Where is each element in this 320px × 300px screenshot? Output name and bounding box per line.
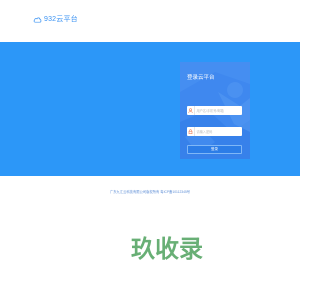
login-title: 登录云平台: [187, 75, 215, 81]
login-panel: 登录云平台 登录: [180, 62, 250, 159]
password-field: [187, 127, 242, 136]
footer-copyright: 广东九江云科技有限公司版权所有 粤ICP备10112345号: [109, 190, 191, 194]
user-icon: [187, 106, 195, 115]
watermark-logo: 玖收录: [131, 235, 203, 263]
header: 932云平台: [0, 0, 300, 42]
lock-icon: [187, 127, 195, 136]
username-field: [187, 106, 242, 115]
password-input[interactable]: [194, 127, 242, 136]
site-logo-text: 932云平台: [44, 16, 78, 23]
site-logo[interactable]: 932云平台: [33, 12, 78, 26]
page: 932云平台 登录云平台 用户名/手机号/邮箱 登录 广东九江云科技有限公司版权…: [0, 0, 300, 300]
login-button[interactable]: 登录: [187, 145, 242, 154]
cloud-icon: [33, 17, 42, 23]
watermark-text: 玖收录: [131, 235, 203, 263]
username-input[interactable]: [194, 106, 242, 115]
hero-banner: 登录云平台 登录: [0, 42, 300, 176]
